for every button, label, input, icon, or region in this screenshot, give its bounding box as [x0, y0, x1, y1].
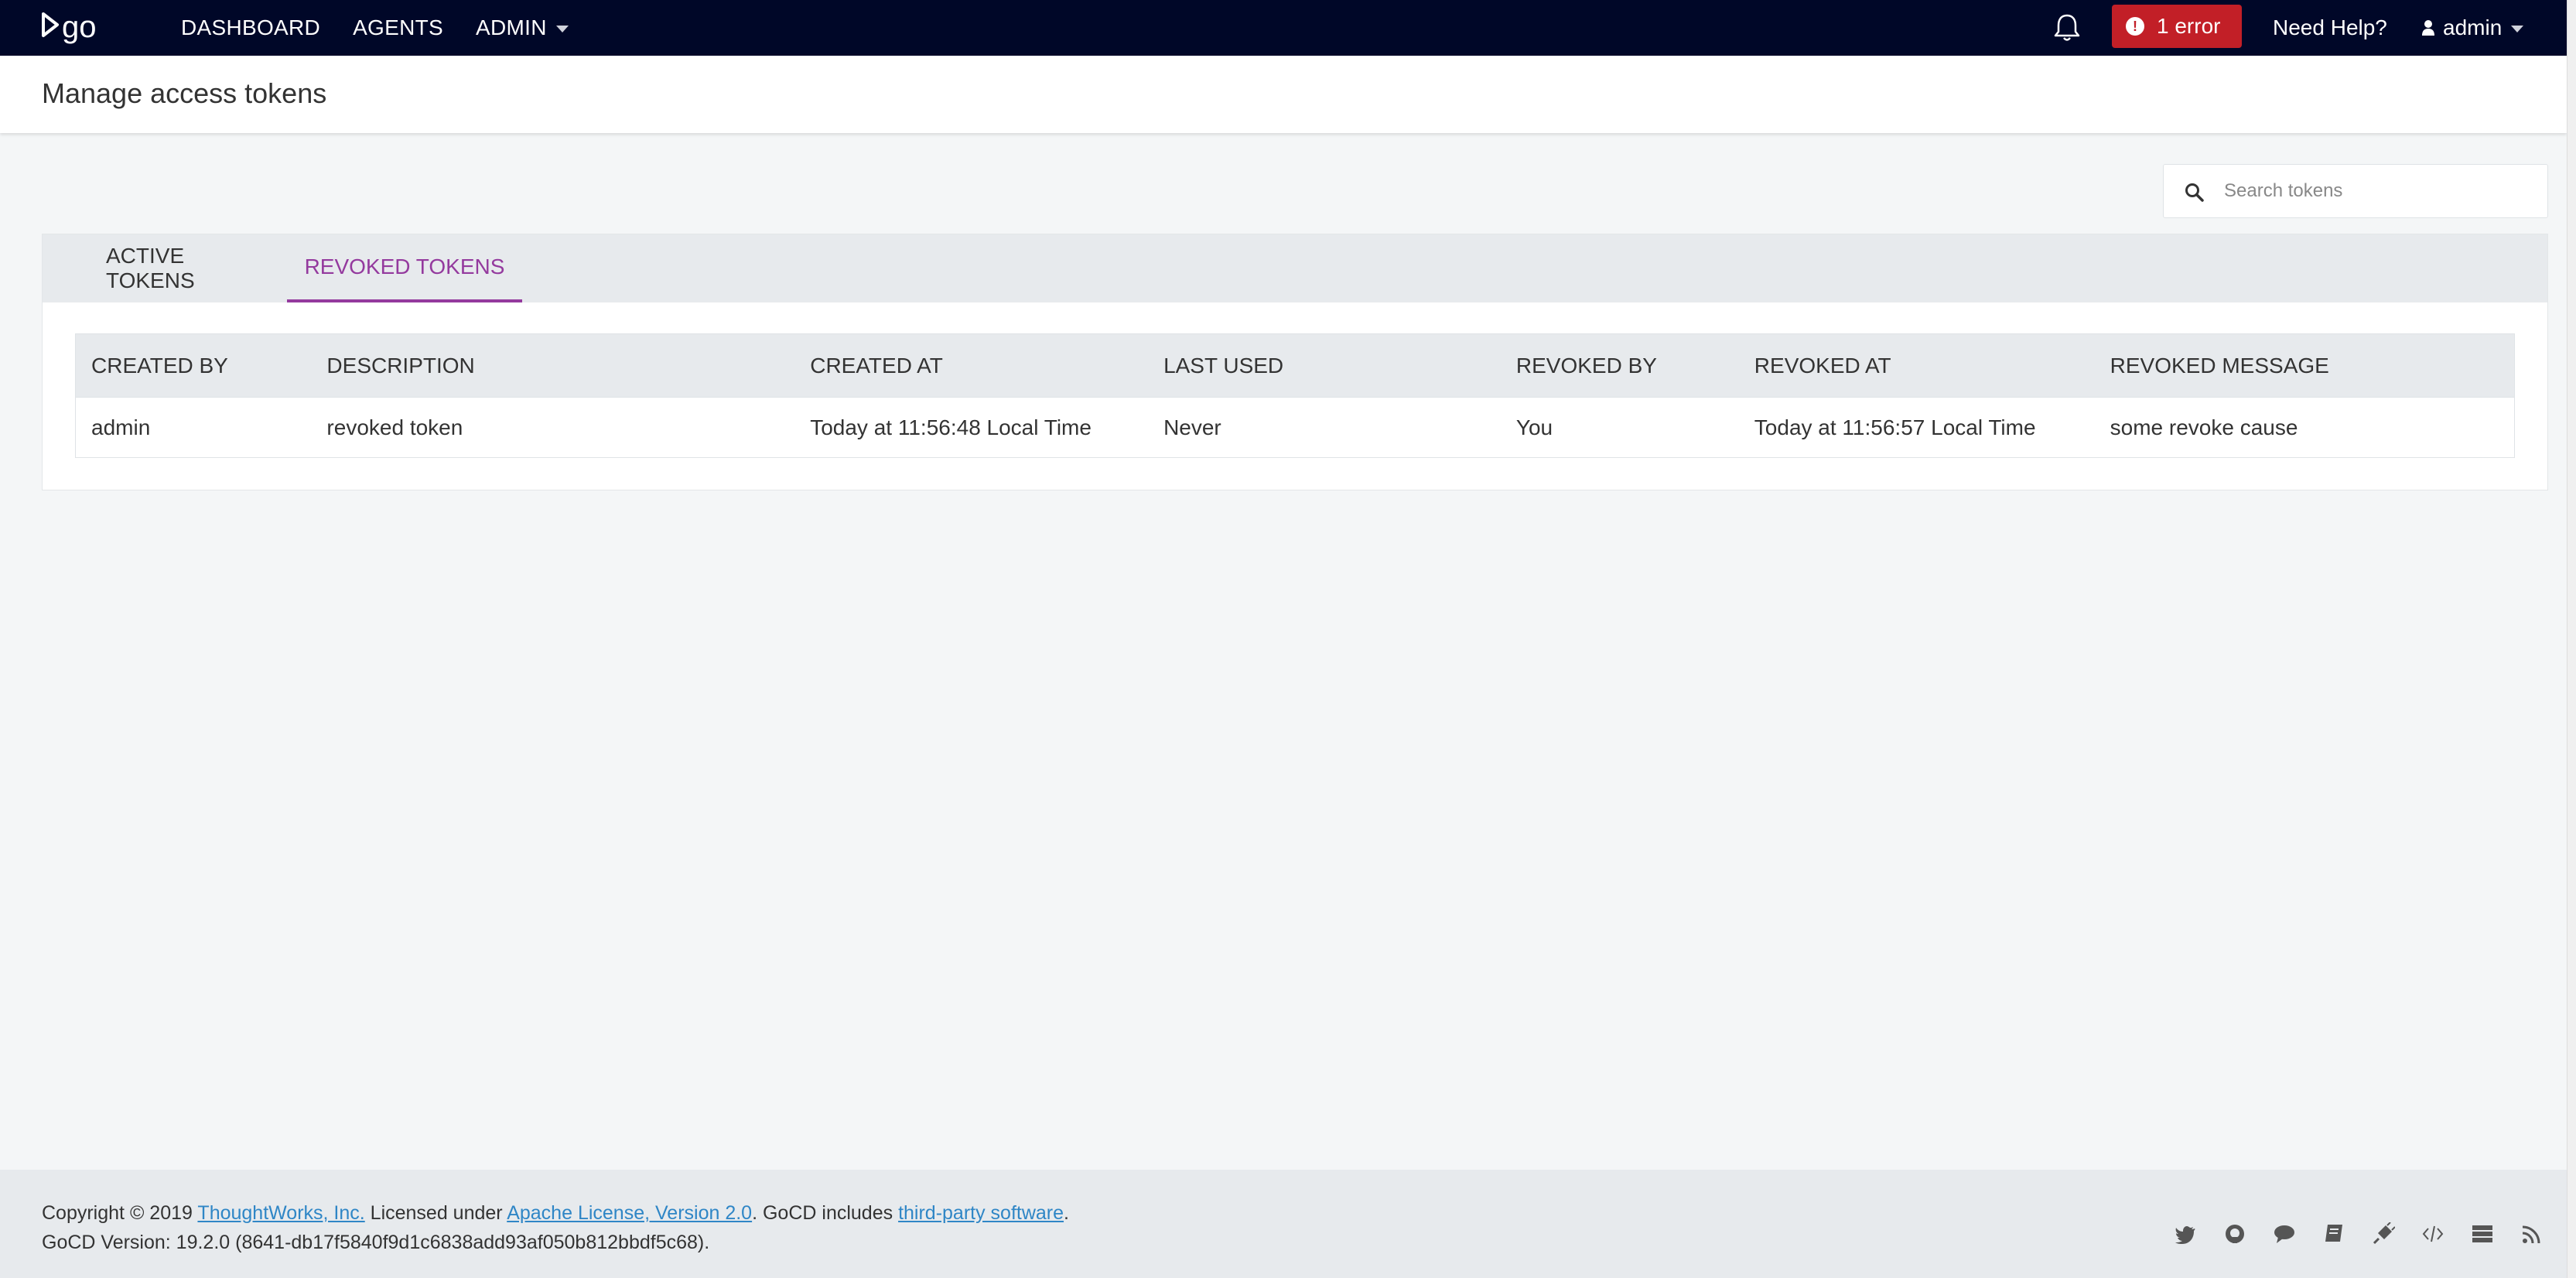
page-title: Manage access tokens [42, 77, 327, 109]
column-header-revoked-at: REVOKED AT [1738, 333, 2095, 398]
column-header-last-used: LAST USED [1148, 333, 1501, 398]
top-navigation-bar: go DASHBOARD AGENTS ADMIN ! 1 error Need… [0, 0, 2576, 56]
nav-admin-label: ADMIN [476, 15, 547, 39]
nav-admin-dropdown[interactable]: ADMIN [476, 15, 569, 40]
error-badge-button[interactable]: ! 1 error [2112, 5, 2242, 48]
need-help-link[interactable]: Need Help? [2273, 0, 2387, 56]
footer-copyright: Copyright © 2019 ThoughtWorks, Inc. Lice… [42, 1202, 1069, 1225]
copyright-prefix: Copyright © 2019 [42, 1202, 198, 1224]
nav-agents[interactable]: AGENTS [353, 15, 443, 40]
footer-period: . [1064, 1202, 1069, 1224]
twitter-icon[interactable] [2172, 1221, 2198, 1247]
third-party-link[interactable]: third-party software [898, 1202, 1064, 1224]
license-link[interactable]: Apache License, Version 2.0 [507, 1202, 752, 1224]
tab-revoked-tokens-label: REVOKED TOKENS [304, 255, 505, 278]
app-root: go DASHBOARD AGENTS ADMIN ! 1 error Need… [0, 0, 2576, 1278]
footer: Copyright © 2019 ThoughtWorks, Inc. Lice… [0, 1170, 2567, 1278]
search-tokens-input[interactable] [2224, 173, 2533, 210]
table-row: admin revoked token Today at 11:56:48 Lo… [75, 397, 2515, 458]
nav-dashboard-label: DASHBOARD [181, 15, 321, 39]
tab-active-tokens[interactable]: ACTIVE TOKENS [106, 234, 261, 302]
column-header-created-by: CREATED BY [75, 333, 312, 398]
column-header-revoked-by: REVOKED BY [1500, 333, 1739, 398]
cell-created-at: Today at 11:56:48 Local Time [794, 397, 1149, 458]
chevron-down-icon [555, 25, 569, 32]
tab-revoked-tokens[interactable]: REVOKED TOKENS [287, 234, 522, 302]
chat-icon[interactable] [2271, 1221, 2298, 1247]
error-badge-label: 1 error [2157, 14, 2221, 38]
page-header: Manage access tokens [0, 56, 2567, 133]
github-icon[interactable] [2222, 1221, 2248, 1247]
user-name: admin [2443, 15, 2503, 39]
nav-agents-label: AGENTS [353, 15, 444, 39]
cell-description: revoked token [311, 397, 795, 458]
nav-dashboard[interactable]: DASHBOARD [181, 15, 320, 40]
tabs-bar: ACTIVE TOKENS REVOKED TOKENS [43, 234, 2547, 302]
main-nav: DASHBOARD AGENTS ADMIN [181, 0, 601, 56]
user-menu-dropdown[interactable]: admin [2421, 0, 2524, 56]
tab-active-tokens-label: ACTIVE TOKENS [106, 244, 195, 292]
search-box [2163, 164, 2548, 218]
cell-revoked-by: You [1500, 397, 1739, 458]
includes-text: . GoCD includes [752, 1202, 899, 1224]
column-header-revoked-message: REVOKED MESSAGE [2094, 333, 2515, 398]
footer-social-links [2172, 1221, 2568, 1247]
licensed-text: Licensed under [364, 1202, 507, 1224]
chevron-down-icon [2511, 25, 2524, 32]
svg-text:go: go [62, 10, 97, 44]
footer-version: GoCD Version: 19.2.0 (8641-db17f5840f9d1… [42, 1232, 710, 1253]
cell-last-used: Never [1148, 397, 1501, 458]
need-help-label: Need Help? [2273, 15, 2387, 39]
code-icon[interactable] [2420, 1221, 2446, 1247]
bell-icon[interactable] [2050, 11, 2084, 45]
revoked-tokens-table: CREATED BY DESCRIPTION CREATED AT LAST U… [75, 333, 2515, 458]
page-scrollbar[interactable] [2567, 0, 2576, 1278]
server-icon[interactable] [2469, 1221, 2496, 1247]
tokens-panel: ACTIVE TOKENS REVOKED TOKENS CREATED BY … [42, 234, 2548, 490]
go-logo[interactable]: go [40, 8, 110, 46]
rss-icon[interactable] [2519, 1221, 2545, 1247]
thoughtworks-link[interactable]: ThoughtWorks, Inc. [197, 1202, 364, 1224]
column-header-description: DESCRIPTION [311, 333, 795, 398]
search-icon [2185, 183, 2204, 202]
cell-revoked-at: Today at 11:56:57 Local Time [1738, 397, 2095, 458]
error-icon: ! [2126, 17, 2144, 36]
table-header-row: CREATED BY DESCRIPTION CREATED AT LAST U… [75, 333, 2515, 398]
user-icon [2422, 20, 2434, 36]
plugin-icon[interactable] [2370, 1221, 2397, 1247]
book-icon[interactable] [2321, 1221, 2347, 1247]
cell-created-by: admin [75, 397, 312, 458]
cell-revoked-message: some revoke cause [2094, 397, 2515, 458]
column-header-created-at: CREATED AT [794, 333, 1149, 398]
